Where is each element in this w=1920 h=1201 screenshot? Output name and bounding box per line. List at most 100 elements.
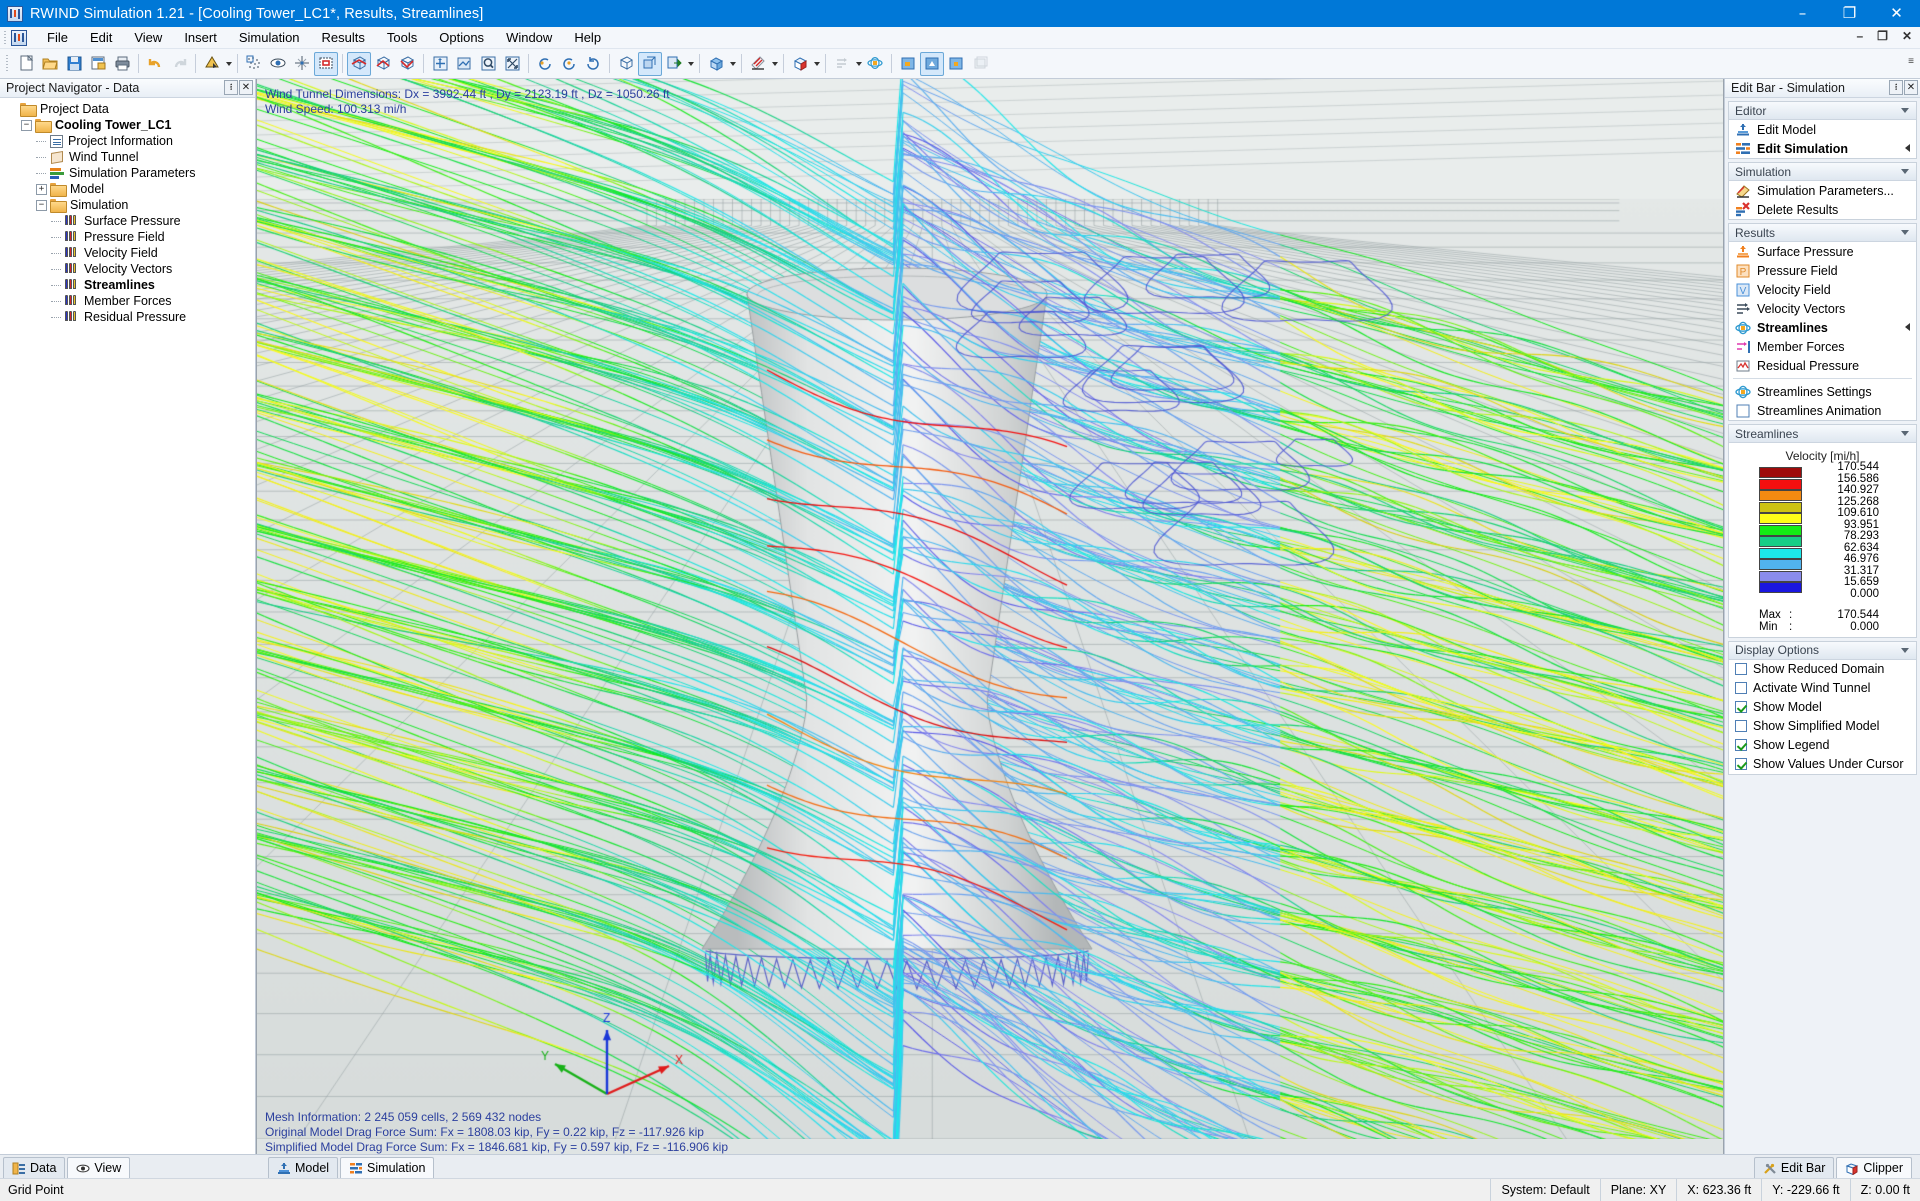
streamlines-render[interactable] bbox=[257, 79, 1724, 1139]
tree-item-velocity-vectors[interactable]: Velocity Vectors bbox=[0, 261, 255, 277]
tree-item-model[interactable]: +Model bbox=[0, 181, 255, 197]
editbar-item-delete-results[interactable]: Delete Results bbox=[1729, 200, 1916, 219]
editbar-item-streamlines-settings[interactable]: Streamlines Settings bbox=[1729, 382, 1916, 401]
mdi-restore-button[interactable]: ❐ bbox=[1875, 29, 1890, 43]
3d-viewport[interactable]: Wind Tunnel Dimensions: Dx = 3992.44 ft … bbox=[256, 79, 1724, 1163]
tree-item-velocity-field[interactable]: Velocity Field bbox=[0, 245, 255, 261]
pan-icon[interactable] bbox=[428, 52, 452, 76]
display-options-header[interactable]: Display Options bbox=[1729, 642, 1916, 660]
checkbox[interactable] bbox=[1735, 739, 1747, 751]
new-icon[interactable] bbox=[14, 52, 38, 76]
menu-item-insert[interactable]: Insert bbox=[173, 27, 228, 48]
checkbox[interactable] bbox=[1735, 663, 1747, 675]
display-option-show-values-under-cursor[interactable]: Show Values Under Cursor bbox=[1729, 755, 1916, 774]
rotate-left-icon[interactable] bbox=[533, 52, 557, 76]
editbar-item-velocity-field[interactable]: VVelocity Field bbox=[1729, 280, 1916, 299]
view-iso-1-icon[interactable] bbox=[347, 52, 371, 76]
menu-grip[interactable] bbox=[3, 31, 9, 45]
result-view-4-icon[interactable] bbox=[968, 52, 992, 76]
domain-box-dropdown-arrow[interactable] bbox=[728, 52, 737, 76]
editbar-group-header[interactable]: Editor bbox=[1729, 102, 1916, 120]
menu-item-tools[interactable]: Tools bbox=[376, 27, 428, 48]
tab-clipper[interactable]: Clipper bbox=[1836, 1157, 1912, 1178]
checkbox[interactable] bbox=[1735, 701, 1747, 713]
menu-item-view[interactable]: View bbox=[123, 27, 173, 48]
toolbar-overflow-button[interactable]: ≡ bbox=[1906, 56, 1916, 67]
tree-item-member-forces[interactable]: Member Forces bbox=[0, 293, 255, 309]
menu-item-options[interactable]: Options bbox=[428, 27, 495, 48]
checkbox[interactable] bbox=[1735, 758, 1747, 770]
result-view-1-icon[interactable] bbox=[896, 52, 920, 76]
editbar-item-surface-pressure[interactable]: Surface Pressure bbox=[1729, 242, 1916, 261]
editbar-pin-button[interactable]: ᎒ bbox=[1889, 80, 1903, 95]
mdi-close-button[interactable]: ✕ bbox=[1900, 29, 1914, 43]
tab-view[interactable]: View bbox=[67, 1157, 130, 1178]
rotate-right-icon[interactable] bbox=[581, 52, 605, 76]
snap-grid-icon[interactable] bbox=[290, 52, 314, 76]
checkbox[interactable] bbox=[1735, 720, 1747, 732]
zoom-icon[interactable] bbox=[476, 52, 500, 76]
wind-direction-dropdown-arrow[interactable] bbox=[686, 52, 695, 76]
display-option-show-simplified-model[interactable]: Show Simplified Model bbox=[1729, 717, 1916, 736]
surface-pressure-dropdown-arrow[interactable] bbox=[770, 52, 779, 76]
velocity-vectors-icon[interactable] bbox=[830, 52, 854, 76]
surface-pressure-icon[interactable] bbox=[746, 52, 770, 76]
visibility-icon[interactable] bbox=[266, 52, 290, 76]
save-icon[interactable] bbox=[62, 52, 86, 76]
velocity-vectors-dropdown-arrow[interactable] bbox=[854, 52, 863, 76]
view-iso-3-icon[interactable] bbox=[395, 52, 419, 76]
legend-group-header[interactable]: Streamlines bbox=[1729, 425, 1916, 443]
tree-item-wind-tunnel[interactable]: Wind Tunnel bbox=[0, 149, 255, 165]
tree-expander-minus-icon[interactable]: − bbox=[21, 120, 32, 131]
view-iso-2-icon[interactable] bbox=[371, 52, 395, 76]
chevron-down-icon[interactable] bbox=[1901, 431, 1909, 436]
zoom-window-icon[interactable] bbox=[452, 52, 476, 76]
print-preview-icon[interactable] bbox=[86, 52, 110, 76]
minimize-button[interactable]: – bbox=[1779, 0, 1826, 27]
chevron-down-icon[interactable] bbox=[1901, 169, 1909, 174]
editbar-item-streamlines-animation[interactable]: Streamlines Animation bbox=[1729, 401, 1916, 420]
navigator-pin-button[interactable]: ᎒ bbox=[224, 80, 238, 95]
result-view-2-icon[interactable] bbox=[920, 52, 944, 76]
tab-model[interactable]: Model bbox=[268, 1157, 338, 1178]
editbar-item-simulation-parameters[interactable]: Simulation Parameters... bbox=[1729, 181, 1916, 200]
close-button[interactable]: ✕ bbox=[1873, 0, 1920, 27]
selection-box-icon[interactable] bbox=[314, 52, 338, 76]
editbar-item-streamlines[interactable]: Streamlines bbox=[1729, 318, 1916, 337]
tree-item-surface-pressure[interactable]: Surface Pressure bbox=[0, 213, 255, 229]
display-option-activate-wind-tunnel[interactable]: Activate Wind Tunnel bbox=[1729, 679, 1916, 698]
mesh-points-icon[interactable] bbox=[242, 52, 266, 76]
tree-item-pressure-field[interactable]: Pressure Field bbox=[0, 229, 255, 245]
tree-item-residual-pressure[interactable]: Residual Pressure bbox=[0, 309, 255, 325]
checkbox[interactable] bbox=[1735, 682, 1747, 694]
chevron-down-icon[interactable] bbox=[1901, 648, 1909, 653]
mdi-minimize-button[interactable]: – bbox=[1854, 29, 1865, 43]
menu-item-help[interactable]: Help bbox=[563, 27, 612, 48]
editbar-item-residual-pressure[interactable]: Residual Pressure bbox=[1729, 356, 1916, 375]
undo-icon[interactable] bbox=[143, 52, 167, 76]
print-icon[interactable] bbox=[110, 52, 134, 76]
display-option-show-model[interactable]: Show Model bbox=[1729, 698, 1916, 717]
streamlines-icon[interactable] bbox=[863, 52, 887, 76]
editbar-item-pressure-field[interactable]: PPressure Field bbox=[1729, 261, 1916, 280]
restore-button[interactable]: ❐ bbox=[1826, 0, 1873, 27]
wireframe-icon[interactable] bbox=[614, 52, 638, 76]
editbar-item-edit-simulation[interactable]: Edit Simulation bbox=[1729, 139, 1916, 158]
zoom-all-icon[interactable] bbox=[500, 52, 524, 76]
editbar-item-velocity-vectors[interactable]: Velocity Vectors bbox=[1729, 299, 1916, 318]
tab-data[interactable]: Data bbox=[3, 1157, 65, 1178]
result-view-3-icon[interactable] bbox=[944, 52, 968, 76]
navigator-close-button[interactable]: ✕ bbox=[239, 80, 253, 95]
chevron-down-icon[interactable] bbox=[1901, 230, 1909, 235]
wind-direction-icon[interactable] bbox=[662, 52, 686, 76]
rotate-center-icon[interactable] bbox=[557, 52, 581, 76]
domain-box-icon[interactable] bbox=[704, 52, 728, 76]
tab-edit-bar[interactable]: Edit Bar bbox=[1754, 1157, 1834, 1178]
tree-expander-minus-icon[interactable]: − bbox=[36, 200, 47, 211]
editbar-item-member-forces[interactable]: Member Forces bbox=[1729, 337, 1916, 356]
editbar-group-header[interactable]: Simulation bbox=[1729, 163, 1916, 181]
clipper-box-icon[interactable] bbox=[788, 52, 812, 76]
editbar-close-button[interactable]: ✕ bbox=[1904, 80, 1918, 95]
tree-item-project-data[interactable]: Project Data bbox=[0, 101, 255, 117]
tree-item-simulation[interactable]: −Simulation bbox=[0, 197, 255, 213]
